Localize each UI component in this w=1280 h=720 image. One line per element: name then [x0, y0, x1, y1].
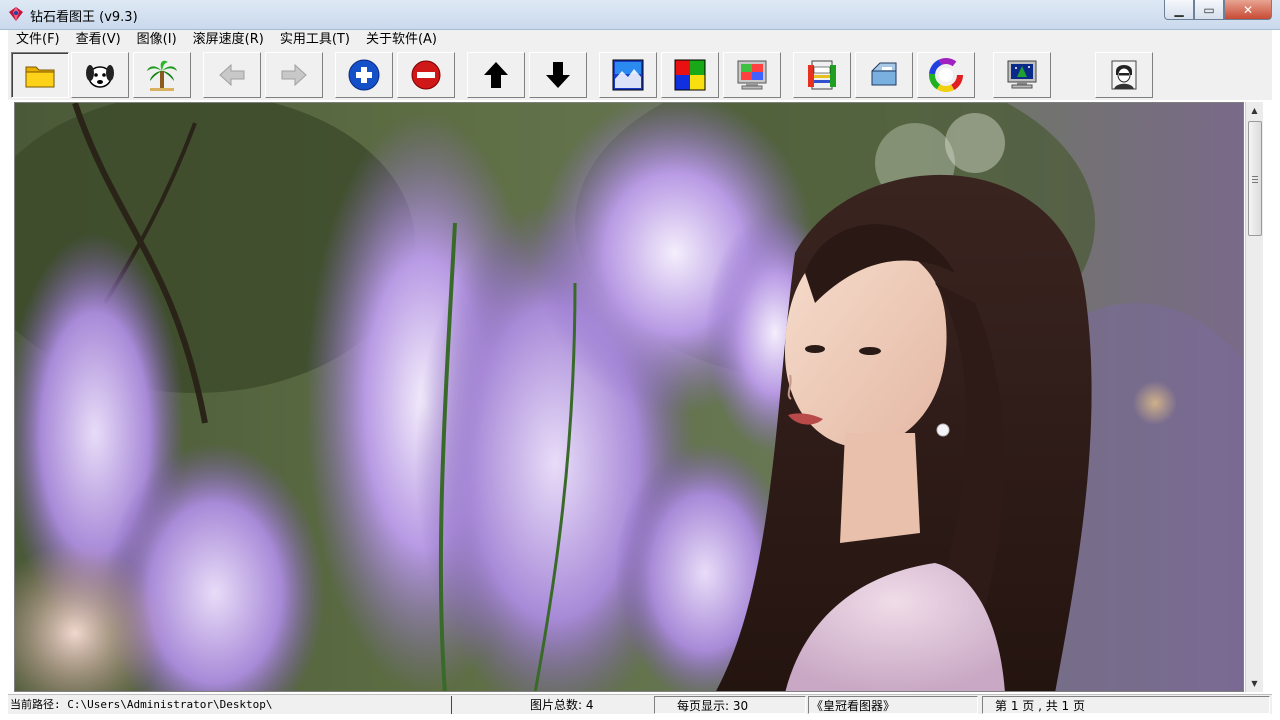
scanner-button[interactable]: [855, 52, 913, 98]
image-effect-button[interactable]: [599, 52, 657, 98]
diamond-app-icon: [9, 7, 23, 21]
menu-scroll-speed[interactable]: 滚屏速度(R): [185, 30, 272, 50]
labels-icon: [808, 60, 836, 90]
portrait-icon: [1111, 60, 1137, 90]
screen-wallpaper-icon: [1007, 60, 1037, 89]
status-path: 当前路径: C:\Users\Administrator\Desktop\: [8, 696, 450, 714]
status-per-page-value: 30: [732, 699, 749, 713]
window-controls: ▁ ▭ ✕: [1164, 0, 1272, 20]
color-grid-button[interactable]: [661, 52, 719, 98]
palm-tree-icon: [147, 60, 177, 91]
scanner-icon: [871, 62, 897, 86]
folder-open-icon: [25, 66, 55, 88]
status-path-value: C:\Users\Administrator\Desktop\: [67, 698, 273, 711]
previous-button[interactable]: [203, 52, 261, 98]
dog-button[interactable]: [71, 52, 129, 98]
dog-face-icon: [86, 65, 114, 88]
status-separator: [451, 696, 452, 714]
zoom-out-button[interactable]: [397, 52, 455, 98]
zoom-in-button[interactable]: [335, 52, 393, 98]
status-total-label: 图片总数:: [530, 698, 583, 712]
color-grid-icon: [674, 59, 706, 91]
palm-tree-button[interactable]: [133, 52, 191, 98]
arrow-down-icon: [546, 62, 570, 88]
color-wheel-icon: [929, 58, 963, 92]
color-wheel-button[interactable]: [917, 52, 975, 98]
status-per-page-label: 每页显示:: [677, 699, 730, 713]
arrow-left-icon: [219, 63, 245, 87]
title-bar: 钻石看图王 (v9.3) ▁ ▭ ✕: [0, 0, 1280, 30]
zoom-in-plus-icon: [348, 59, 380, 91]
status-page-info: 第 1 页 , 共 1 页: [982, 696, 1270, 714]
close-button[interactable]: ✕: [1224, 0, 1272, 20]
display-color-button[interactable]: [723, 52, 781, 98]
window-title: 钻石看图王 (v9.3): [30, 10, 138, 25]
wallpaper-button[interactable]: [993, 52, 1051, 98]
menu-bar: 文件(F) 查看(V) 图像(I) 滚屏速度(R) 实用工具(T) 关于软件(A…: [8, 30, 1272, 50]
scroll-down-button[interactable]: [529, 52, 587, 98]
status-path-label: 当前路径:: [10, 698, 61, 711]
status-total-value: 4: [585, 698, 594, 712]
menu-about[interactable]: 关于软件(A): [358, 30, 445, 50]
displayed-photo: [15, 103, 1243, 691]
labels-button[interactable]: [793, 52, 851, 98]
portrait-button[interactable]: [1095, 52, 1153, 98]
scroll-up-button[interactable]: [467, 52, 525, 98]
scroll-down-arrow-icon[interactable]: ▼: [1246, 675, 1263, 692]
close-icon: ✕: [1242, 2, 1254, 17]
minimize-icon: ▁: [1174, 2, 1184, 17]
open-folder-button[interactable]: [11, 52, 69, 98]
monitor-color-icon: [737, 60, 767, 90]
status-bar: 当前路径: C:\Users\Administrator\Desktop\ 图片…: [8, 694, 1272, 714]
next-button[interactable]: [265, 52, 323, 98]
menu-image[interactable]: 图像(I): [129, 30, 185, 50]
zoom-out-minus-icon: [411, 60, 441, 90]
image-viewport[interactable]: [14, 102, 1244, 692]
thumb-grip-icon: [1252, 176, 1258, 183]
vertical-scrollbar[interactable]: ▲ ▼: [1245, 102, 1263, 692]
image-fx-icon: [612, 59, 644, 91]
minimize-button[interactable]: ▁: [1164, 0, 1194, 20]
status-total: 图片总数: 4: [528, 696, 648, 714]
status-per-page: 每页显示: 30: [654, 696, 806, 714]
menu-tools[interactable]: 实用工具(T): [272, 30, 358, 50]
menu-file[interactable]: 文件(F): [8, 30, 68, 50]
scroll-up-arrow-icon[interactable]: ▲: [1246, 102, 1263, 119]
toolbar: [8, 50, 1272, 100]
maximize-icon: ▭: [1203, 2, 1215, 17]
status-viewer-name: 《皇冠看图器》: [808, 696, 978, 714]
menu-view[interactable]: 查看(V): [68, 30, 129, 50]
arrow-right-icon: [281, 63, 307, 87]
arrow-up-icon: [484, 62, 508, 88]
maximize-button[interactable]: ▭: [1194, 0, 1224, 20]
scrollbar-thumb[interactable]: [1248, 121, 1262, 236]
